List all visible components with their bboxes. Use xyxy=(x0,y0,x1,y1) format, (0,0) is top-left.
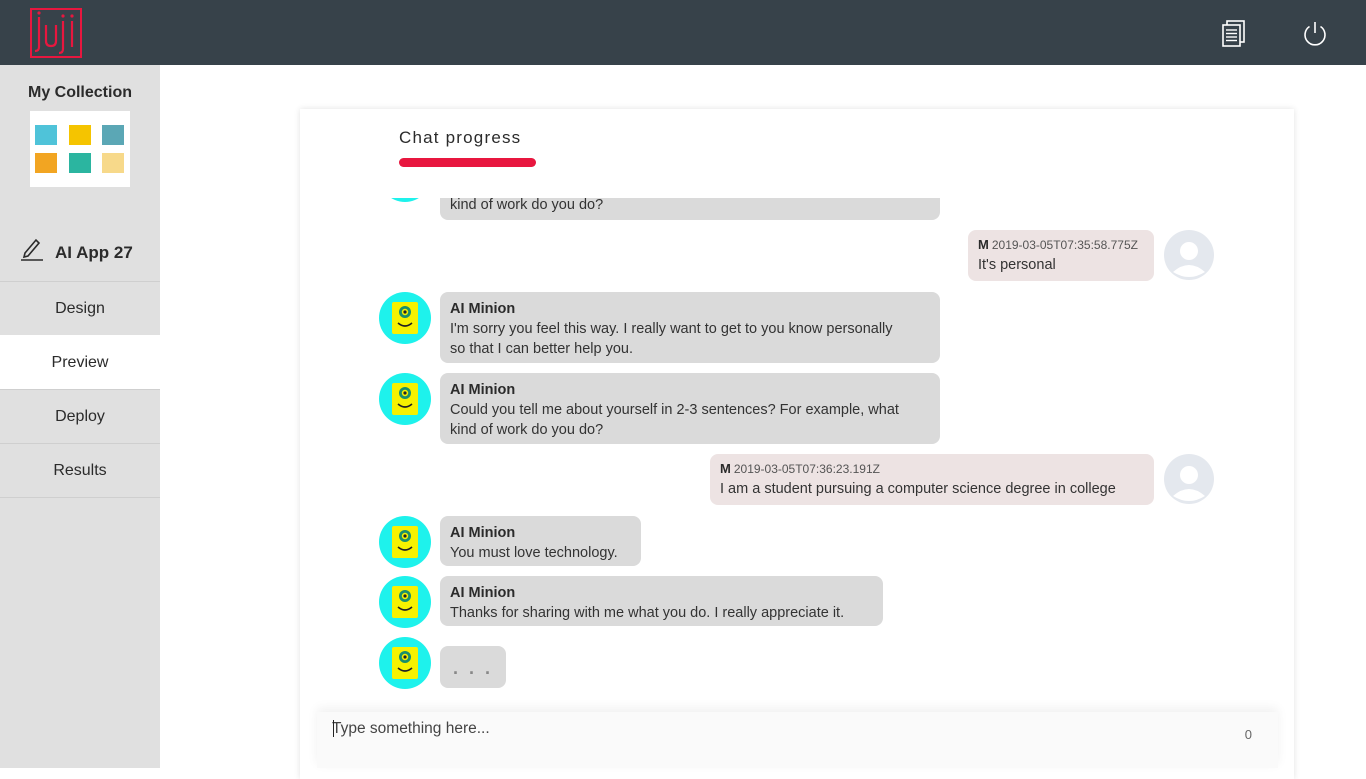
nav-item-results[interactable]: Results xyxy=(0,443,160,497)
message-text: I am a student pursuing a computer scien… xyxy=(720,481,1116,497)
bot-avatar-icon xyxy=(379,637,431,689)
chat-progress-fill xyxy=(399,158,536,167)
user-message-header: M 2019-03-05T07:35:58.775Z xyxy=(978,235,1144,255)
bot-message: AI Minion Thanks for sharing with me wha… xyxy=(440,576,883,626)
message-sender: AI Minion xyxy=(450,382,516,398)
message-sender: AI Minion xyxy=(450,301,516,317)
message-text: You must love technology. xyxy=(450,545,618,561)
power-icon[interactable] xyxy=(1300,18,1330,48)
chat-card: Chat progress kind of work do you do? M2… xyxy=(300,109,1294,779)
app-name: AI App 27 xyxy=(55,243,133,262)
nav-item-design[interactable]: Design xyxy=(0,281,160,335)
collection-title[interactable]: My Collection xyxy=(0,84,160,102)
nav-item-deploy[interactable]: Deploy xyxy=(0,389,160,443)
sidebar-nav: Design Preview Deploy Results xyxy=(0,281,160,498)
chat-progress-bar xyxy=(399,158,536,167)
person-avatar-thumb xyxy=(102,125,124,145)
bot-message: AI Minion You must love technology. xyxy=(440,516,641,566)
typing-dots: . . . xyxy=(453,658,494,678)
user-message: M 2019-03-05T07:36:23.191Z I am a student… xyxy=(710,454,1154,505)
message-timestamp: 2019-03-05T07:36:23.191Z xyxy=(733,462,880,476)
bot-avatar-icon xyxy=(379,516,431,568)
person-avatar-thumb xyxy=(69,125,91,145)
user-message: M 2019-03-05T07:35:58.775Z It's personal xyxy=(968,230,1154,281)
bot-message: kind of work do you do? xyxy=(440,198,940,220)
text-caret xyxy=(333,720,334,737)
message-text-line: Could you tell me about yourself in 2-3 … xyxy=(450,402,899,418)
message-text: kind of work do you do? xyxy=(450,198,604,213)
user-initial: M xyxy=(978,237,989,252)
message-sender: AI Minion xyxy=(450,525,516,541)
chat-history[interactable]: kind of work do you do? M 2019-03-05T07:3… xyxy=(300,198,1294,698)
bot-avatar-icon xyxy=(379,576,431,628)
juji-logo[interactable] xyxy=(29,7,83,59)
message-text: It's personal xyxy=(978,257,1056,273)
user-message-header: M 2019-03-05T07:36:23.191Z xyxy=(720,459,1144,479)
document-list-icon[interactable] xyxy=(1219,18,1249,48)
message-text-line: kind of work do you do? xyxy=(450,422,604,438)
user-avatar-icon xyxy=(1164,230,1214,280)
message-text: Thanks for sharing with me what you do. … xyxy=(450,605,845,621)
pencil-icon[interactable] xyxy=(20,235,44,261)
message-input-box: 0 xyxy=(317,712,1278,768)
person-avatar-thumb xyxy=(69,153,91,173)
nav-item-preview[interactable]: Preview xyxy=(0,335,160,389)
top-bar xyxy=(0,0,1366,65)
message-text-line: I'm sorry you feel this way. I really wa… xyxy=(450,321,893,337)
bot-avatar-icon xyxy=(379,373,431,425)
sidebar: My Collection AI App 27 Design Preview D… xyxy=(0,65,160,768)
robot-avatar-thumb xyxy=(35,125,57,145)
person-avatar-thumb xyxy=(35,153,57,173)
typing-indicator: . . . xyxy=(440,646,506,688)
message-sender: AI Minion xyxy=(450,585,516,601)
bot-avatar-icon xyxy=(391,198,419,202)
user-avatar-icon xyxy=(1164,454,1214,504)
user-initial: M xyxy=(720,461,731,476)
person-avatar-thumb xyxy=(102,153,124,173)
message-text-line: so that I can better help you. xyxy=(450,341,633,357)
character-count: 0 xyxy=(1244,727,1252,742)
app-name-row: AI App 27 xyxy=(0,231,160,281)
chat-progress-label: Chat progress xyxy=(399,128,522,147)
message-input[interactable] xyxy=(332,716,1212,742)
bot-avatar-icon xyxy=(379,292,431,344)
bot-message: AI Minion I'm sorry you feel this way. I… xyxy=(440,292,940,363)
bot-message: AI Minion Could you tell me about yourse… xyxy=(440,373,940,444)
collection-thumbnail[interactable] xyxy=(30,111,130,187)
message-timestamp: 2019-03-05T07:35:58.775Z xyxy=(991,238,1138,252)
